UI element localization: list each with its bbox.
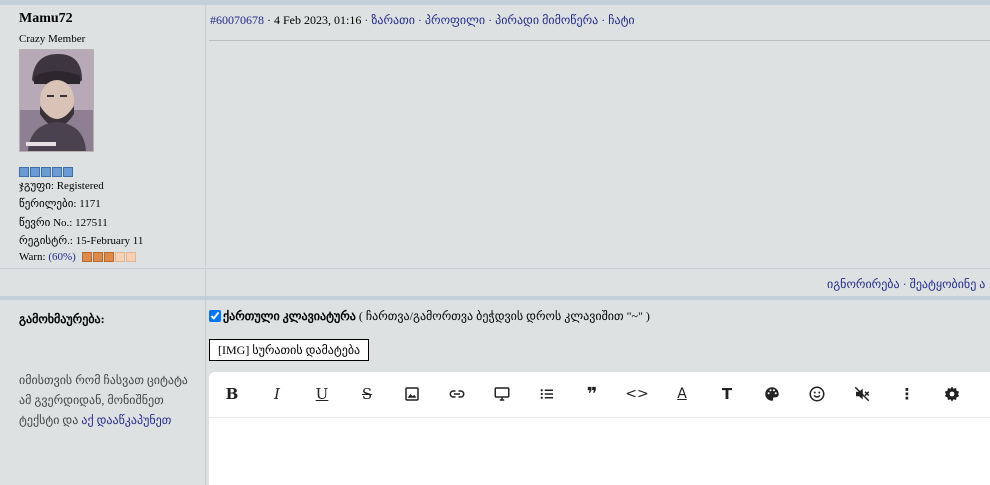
star-icon (30, 167, 40, 177)
warn-box-filled (103, 252, 114, 263)
post-id-link[interactable]: #60070678 (210, 13, 264, 27)
quote-hint-link[interactable]: აქ დააწკაპუნეთ (81, 413, 171, 427)
star-icon (41, 167, 51, 177)
star-icon (52, 167, 62, 177)
warn-box-filled (92, 252, 103, 263)
insert-image-button[interactable] (398, 380, 426, 408)
posts-label: წერილები: (19, 198, 77, 210)
mute-icon (854, 386, 870, 402)
author-rank: Crazy Member (19, 33, 86, 45)
post-link-private-message[interactable]: პირადი მიმოწერა (495, 13, 598, 27)
list-icon (540, 389, 553, 399)
post-link-zarati[interactable]: ზარათი (371, 13, 415, 27)
quote-button[interactable]: ❞ (578, 380, 606, 408)
reply-label: გამოხმაურება: (19, 312, 105, 326)
bold-button[interactable]: B (218, 380, 246, 408)
code-button[interactable]: <> (623, 380, 651, 408)
registered-line: რეგისტრ.: 15-February 11 (19, 234, 143, 247)
warn-label: Warn: (19, 251, 46, 263)
post-footer-links: იგნორირება · შეატყობინე ა (827, 277, 986, 291)
reply-left-panel: გამოხმაურება: იმისთვის რომ ჩასვათ ციტატა… (0, 300, 206, 485)
mute-button[interactable] (848, 380, 876, 408)
star-icon (63, 167, 73, 177)
warn-box-filled (81, 252, 92, 263)
group-label: ჯგუფი: (19, 180, 54, 192)
link-icon (449, 390, 465, 398)
insert-media-button[interactable] (488, 380, 516, 408)
rating-stars (19, 167, 73, 177)
reply-editor[interactable]: B I U S ❞ <> A T ⋮ (209, 372, 990, 485)
warn-box-empty (125, 252, 136, 263)
post-footer: იგნორირება · შეატყობინე ა (0, 268, 990, 297)
post-link-profile[interactable]: პროფილი (425, 13, 485, 27)
ignore-link[interactable]: იგნორირება (827, 277, 900, 291)
avatar (19, 49, 94, 152)
insert-link-button[interactable] (443, 380, 471, 408)
editor-toolbar: B I U S ❞ <> A T ⋮ (209, 372, 990, 418)
post-date: 4 Feb 2023, 01:16 (274, 13, 362, 27)
warn-level-bar (81, 252, 136, 263)
post-link-chat[interactable]: ჩატი (608, 13, 634, 27)
keyboard-note: ( ჩართვა/გამორთვა ბეჭდვის დროს კლავიშით … (358, 309, 650, 323)
image-icon (405, 387, 419, 401)
post-container: Mamu72 Crazy Member ჯგუფი: Registered წე… (0, 5, 990, 297)
posts-line: წერილები: 1171 (19, 197, 101, 210)
registered-value: 15-February 11 (75, 235, 144, 247)
star-icon (19, 167, 29, 177)
post-header-divider (209, 40, 990, 41)
italic-button[interactable]: I (263, 380, 291, 408)
palette-icon (765, 387, 779, 401)
font-size-button[interactable]: T (713, 380, 741, 408)
more-options-button[interactable]: ⋮ (893, 380, 921, 408)
smiley-icon (809, 386, 825, 402)
member-label: წევრი No.: (19, 217, 73, 229)
emoji-button[interactable] (803, 380, 831, 408)
settings-button[interactable] (938, 380, 966, 408)
group-line: ჯგუფი: Registered (19, 179, 104, 192)
member-value: 127511 (75, 217, 108, 229)
georgian-keyboard-label[interactable]: ქართული კლავიატურა (223, 309, 356, 323)
post-author-panel: Mamu72 Crazy Member ჯგუფი: Registered წე… (0, 5, 206, 267)
member-line: წევრი No.: 127511 (19, 216, 108, 229)
underline-button[interactable]: U (308, 380, 336, 408)
warn-box-empty (114, 252, 125, 263)
georgian-keyboard-checkbox[interactable] (209, 310, 221, 322)
post-body: #60070678 · 4 Feb 2023, 01:16 · ზარათი ·… (206, 5, 990, 267)
warn-percent-link[interactable]: (60%) (48, 251, 76, 263)
registered-label: რეგისტრ.: (19, 235, 73, 247)
gear-icon (944, 386, 960, 402)
strikethrough-button[interactable]: S (353, 380, 381, 408)
post-header: #60070678 · 4 Feb 2023, 01:16 · ზარათი ·… (210, 13, 635, 27)
font-color-button[interactable]: A (668, 380, 696, 408)
list-button[interactable] (533, 380, 561, 408)
report-link[interactable]: შეატყობინე ა (910, 277, 986, 291)
warn-line: Warn: (60%) (19, 251, 136, 263)
monitor-icon (494, 387, 510, 401)
keyboard-toggle-row: ქართული კლავიატურა ( ჩართვა/გამორთვა ბეჭ… (209, 309, 650, 324)
quote-hint: იმისთვის რომ ჩასვათ ციტატა ამ გვერდიდან,… (19, 370, 194, 430)
posts-value: 1171 (79, 198, 101, 210)
reply-section: გამოხმაურება: იმისთვის რომ ჩასვათ ციტატა… (0, 300, 990, 485)
palette-button[interactable] (758, 380, 786, 408)
add-image-button[interactable]: [IMG] სურათის დამატება (209, 339, 370, 361)
author-username[interactable]: Mamu72 (19, 11, 73, 27)
group-value: Registered (56, 180, 104, 192)
footer-split (205, 269, 206, 297)
